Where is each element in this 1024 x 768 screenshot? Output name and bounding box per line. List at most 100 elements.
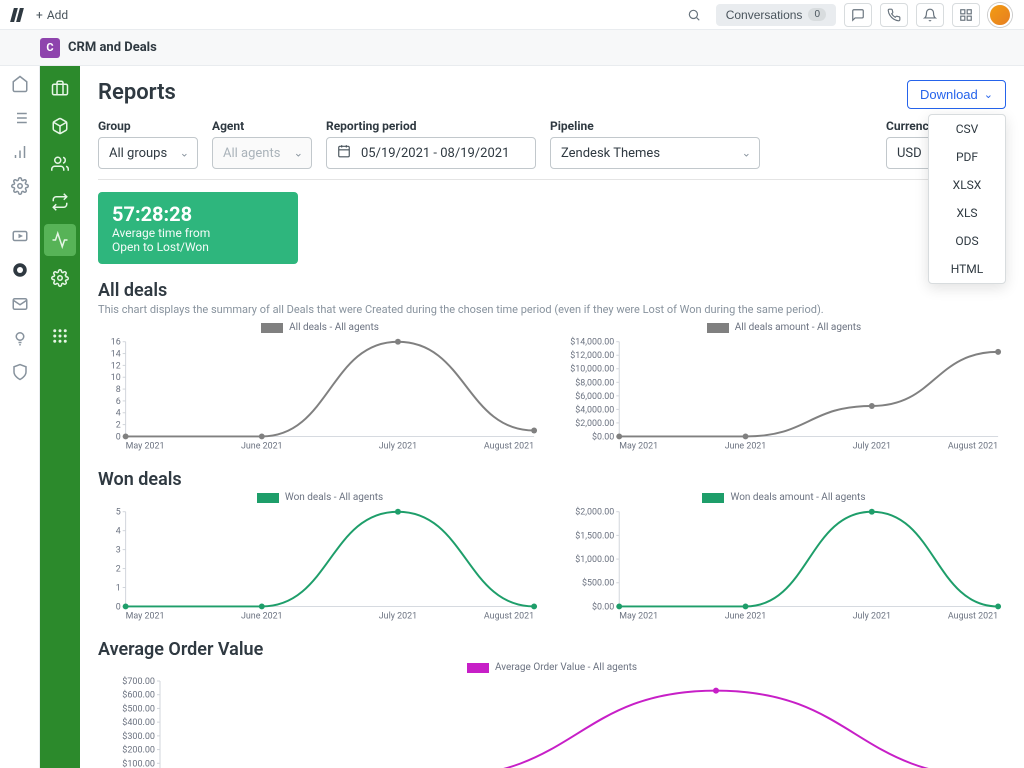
svg-text:June 2021: June 2021	[725, 441, 767, 451]
nav-package[interactable]	[44, 110, 76, 142]
stat-desc-2: Open to Lost/Won	[112, 240, 284, 254]
app-rail	[40, 66, 80, 768]
brand-logo[interactable]	[12, 8, 22, 22]
add-button[interactable]: + Add	[36, 8, 68, 22]
chart-all-deals-count: All deals - All agents0246810121416May 2…	[98, 322, 542, 459]
phone-button[interactable]	[880, 3, 908, 27]
svg-text:$100.00: $100.00	[122, 758, 155, 768]
svg-text:$2,000.00: $2,000.00	[575, 507, 614, 518]
rail-home[interactable]	[8, 72, 32, 96]
svg-text:May 2021: May 2021	[619, 441, 658, 451]
bar-chart-icon	[11, 143, 29, 161]
stat-desc-1: Average time from	[112, 226, 284, 240]
app-title: CRM and Deals	[68, 40, 157, 55]
rail-target[interactable]	[8, 258, 32, 282]
apps-button[interactable]	[952, 3, 980, 27]
nav-transfer[interactable]	[44, 186, 76, 218]
nav-briefcase[interactable]	[44, 72, 76, 104]
svg-text:June 2021: June 2021	[241, 611, 283, 621]
svg-text:$4,000.00: $4,000.00	[575, 404, 614, 415]
svg-text:$600.00: $600.00	[122, 690, 155, 701]
svg-text:August 2021: August 2021	[484, 611, 534, 621]
brandbar: C CRM and Deals	[0, 30, 1024, 66]
grid-icon	[959, 8, 973, 22]
download-option-ods[interactable]: ODS	[929, 227, 1005, 255]
add-label: Add	[47, 8, 68, 22]
svg-text:$400.00: $400.00	[122, 717, 155, 728]
plus-icon: +	[36, 8, 43, 22]
download-option-pdf[interactable]: PDF	[929, 143, 1005, 171]
search-button[interactable]	[680, 3, 708, 27]
download-wrap: Download ⌄ CSVPDFXLSXXLSODSHTML	[907, 80, 1006, 109]
chevron-down-icon: ⌄	[984, 88, 993, 101]
nav-settings[interactable]	[44, 262, 76, 294]
notifications-button[interactable]	[916, 3, 944, 27]
rail-views[interactable]	[8, 106, 32, 130]
group-select[interactable]: All groups⌄	[98, 137, 198, 169]
stat-card-avg-time: 57:28:28 Average time from Open to Lost/…	[98, 192, 298, 264]
svg-text:4: 4	[116, 527, 121, 537]
pipeline-select[interactable]: Zendesk Themes⌄	[550, 137, 760, 169]
conversations-button[interactable]: Conversations 0	[716, 4, 836, 26]
dots-grid-icon	[51, 327, 69, 345]
messages-button[interactable]	[844, 3, 872, 27]
download-menu: CSVPDFXLSXXLSODSHTML	[928, 114, 1006, 284]
rail-video[interactable]	[8, 224, 32, 248]
rail-shield[interactable]	[8, 360, 32, 384]
svg-text:8: 8	[116, 385, 121, 395]
svg-text:14: 14	[111, 350, 121, 360]
nav-apps[interactable]	[44, 320, 76, 352]
svg-text:5: 5	[116, 508, 121, 518]
bulb-icon	[11, 329, 29, 347]
home-icon	[11, 75, 29, 93]
agent-label: Agent	[212, 119, 312, 133]
nav-contacts[interactable]	[44, 148, 76, 180]
chart-won-deals-count: Won deals - All agents012345May 2021June…	[98, 492, 542, 629]
rail-reports[interactable]	[8, 140, 32, 164]
download-option-html[interactable]: HTML	[929, 255, 1005, 283]
download-option-xls[interactable]: XLS	[929, 199, 1005, 227]
list-icon	[11, 109, 29, 127]
nav-activity[interactable]	[44, 224, 76, 256]
filter-row: Group All groups⌄ Agent All agents⌄ Repo…	[98, 119, 1006, 180]
stat-value: 57:28:28	[112, 202, 284, 226]
svg-text:2: 2	[116, 565, 121, 575]
avatar[interactable]	[988, 3, 1012, 27]
svg-text:0: 0	[116, 432, 121, 442]
svg-text:August 2021: August 2021	[948, 611, 998, 621]
rail-mail[interactable]	[8, 292, 32, 316]
svg-text:$1,000.00: $1,000.00	[575, 554, 614, 565]
svg-text:$10,000.00: $10,000.00	[570, 364, 614, 375]
chat-icon	[851, 8, 865, 22]
svg-text:May 2021: May 2021	[126, 611, 165, 621]
transfer-icon	[51, 193, 69, 211]
calendar-icon	[337, 144, 351, 162]
chart-all-deals-amount: All deals amount - All agents$0.00$2,000…	[562, 322, 1006, 459]
svg-text:2: 2	[116, 421, 121, 431]
zendesk-rail	[0, 66, 40, 768]
svg-text:1: 1	[116, 583, 121, 593]
download-option-csv[interactable]: CSV	[929, 115, 1005, 143]
chevron-down-icon: ⌄	[294, 147, 303, 160]
period-select[interactable]: 05/19/2021 - 08/19/2021	[326, 137, 536, 169]
activity-icon	[51, 231, 69, 249]
svg-text:3: 3	[116, 546, 121, 556]
rail-settings[interactable]	[8, 174, 32, 198]
download-button[interactable]: Download ⌄	[907, 80, 1006, 109]
agent-select[interactable]: All agents⌄	[212, 137, 312, 169]
chart-aov: Average Order Value - All agents$0.00$10…	[98, 662, 1006, 768]
svg-text:August 2021: August 2021	[948, 441, 998, 451]
rail-knowledge[interactable]	[8, 326, 32, 350]
group-label: Group	[98, 119, 198, 133]
topbar: + Add Conversations 0	[0, 0, 1024, 30]
shield-icon	[11, 363, 29, 381]
bell-icon	[923, 8, 937, 22]
svg-text:July 2021: July 2021	[853, 441, 891, 451]
period-label: Reporting period	[326, 119, 536, 133]
download-option-xlsx[interactable]: XLSX	[929, 171, 1005, 199]
svg-text:$8,000.00: $8,000.00	[575, 377, 614, 388]
legend-label: All deals - All agents	[289, 322, 379, 333]
svg-text:$1,500.00: $1,500.00	[575, 530, 614, 541]
video-icon	[11, 227, 29, 245]
svg-text:June 2021: June 2021	[725, 611, 767, 621]
